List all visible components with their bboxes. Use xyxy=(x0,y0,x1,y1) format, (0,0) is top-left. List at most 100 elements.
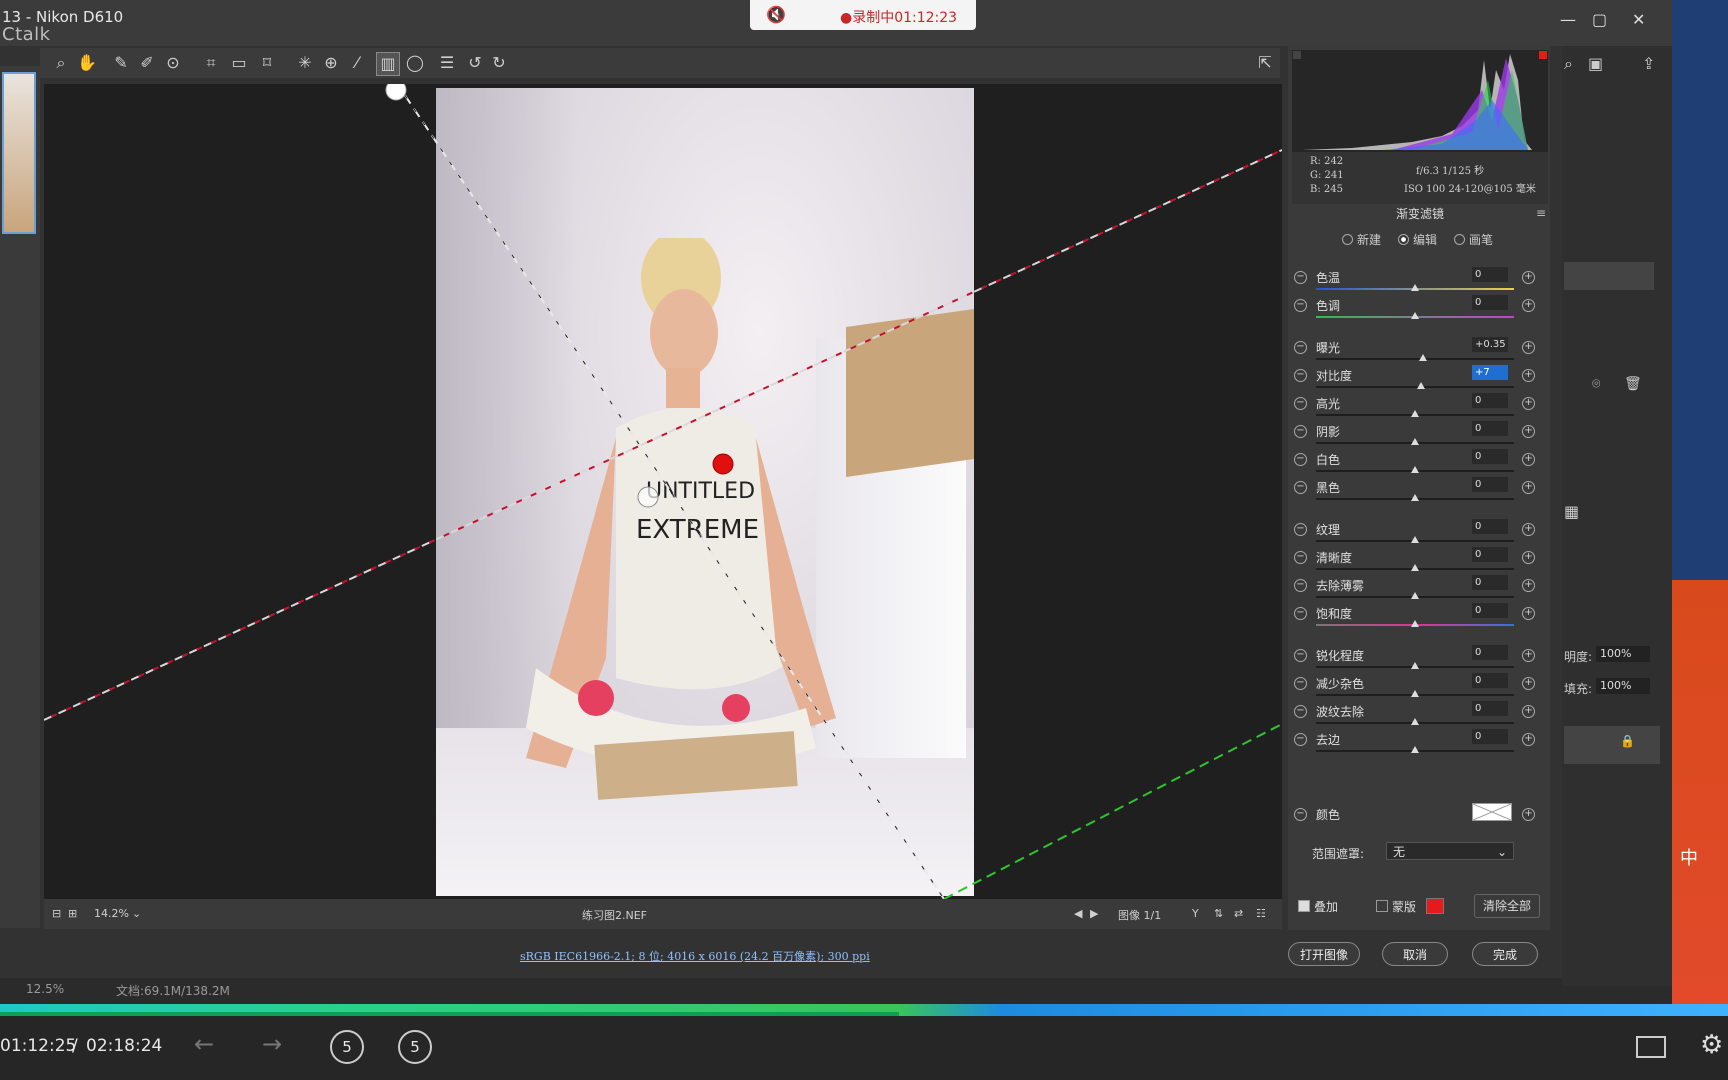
targeted-adjust-icon[interactable]: ⊙ xyxy=(162,52,184,74)
color-sampler-icon[interactable]: ✐ xyxy=(136,52,158,74)
minus-circle-icon[interactable]: − xyxy=(1294,299,1307,312)
mode-option[interactable]: 新建 xyxy=(1342,231,1381,248)
fill-field[interactable]: 100% xyxy=(1596,678,1650,694)
zoom-out-button[interactable]: ⊟ xyxy=(52,907,61,920)
slider-thumb[interactable] xyxy=(1418,354,1427,361)
opacity-field[interactable]: 100% xyxy=(1596,646,1650,662)
layer-row[interactable] xyxy=(1564,726,1660,764)
slider-value-field[interactable]: 0 xyxy=(1472,645,1508,660)
minimize-icon[interactable]: — xyxy=(1560,10,1576,29)
image-canvas[interactable]: UNTITLED EXTREME xyxy=(44,84,1282,899)
plus-circle-icon[interactable]: + xyxy=(1522,523,1535,536)
plus-circle-icon[interactable]: + xyxy=(1522,551,1535,564)
overlay-checkbox[interactable] xyxy=(1298,900,1310,912)
next-arrow-icon[interactable]: → xyxy=(262,1030,282,1058)
slider-track[interactable] xyxy=(1316,386,1514,388)
minus-circle-icon[interactable]: − xyxy=(1294,733,1307,746)
shadow-clipping-icon[interactable] xyxy=(1293,51,1301,59)
plus-circle-icon[interactable]: + xyxy=(1522,481,1535,494)
slider-value-field[interactable]: 0 xyxy=(1472,295,1508,310)
slider-thumb[interactable] xyxy=(1411,592,1419,599)
rewind-5-icon[interactable]: 5 xyxy=(330,1030,364,1064)
prev-arrow-icon[interactable]: ← xyxy=(194,1030,214,1058)
spot-removal-icon[interactable]: ✳ xyxy=(294,52,316,74)
plus-circle-icon[interactable]: + xyxy=(1522,271,1535,284)
slider-value-field[interactable]: 0 xyxy=(1472,547,1508,562)
close-icon[interactable]: ✕ xyxy=(1632,10,1645,29)
slider-value-field[interactable]: 0 xyxy=(1472,267,1508,282)
minus-circle-icon[interactable]: − xyxy=(1294,551,1307,564)
preview-preferences-icon[interactable]: ☷ xyxy=(1256,907,1266,920)
color-swatch[interactable] xyxy=(1472,803,1512,821)
search-icon[interactable]: ⌕ xyxy=(1564,54,1573,74)
prev-image-button[interactable]: ◀ xyxy=(1074,907,1082,920)
gradient-filter-overlay[interactable] xyxy=(44,84,1282,899)
slider-value-field[interactable]: 0 xyxy=(1472,477,1508,492)
rotate-left-icon[interactable]: ↺ xyxy=(464,52,486,74)
next-image-button[interactable]: ▶ xyxy=(1090,907,1098,920)
window-mode-icon[interactable] xyxy=(1636,1036,1666,1058)
highlight-clipping-icon[interactable] xyxy=(1539,51,1547,59)
transform-icon[interactable]: ⌑ xyxy=(256,52,278,74)
share-icon[interactable]: ⇪ xyxy=(1642,54,1655,73)
panel-tab[interactable] xyxy=(1564,262,1654,290)
maximize-icon[interactable]: ▢ xyxy=(1592,10,1607,29)
slider-value-field[interactable]: 0 xyxy=(1472,449,1508,464)
camera-icon[interactable]: ⌾ xyxy=(1592,376,1600,392)
minus-circle-icon[interactable]: − xyxy=(1294,453,1307,466)
slider-value-field[interactable]: 0 xyxy=(1472,575,1508,590)
done-button[interactable]: 完成 xyxy=(1472,942,1538,966)
minus-circle-icon[interactable]: − xyxy=(1294,579,1307,592)
swap-before-after-icon[interactable]: ⇅ xyxy=(1214,907,1223,920)
graduated-filter-icon[interactable]: ▥ xyxy=(376,52,400,76)
white-balance-icon[interactable]: ✎ xyxy=(110,52,132,74)
ime-indicator[interactable]: 中 xyxy=(1680,844,1698,870)
plus-circle-icon[interactable]: + xyxy=(1522,369,1535,382)
slider-value-field[interactable]: 0 xyxy=(1472,673,1508,688)
plus-circle-icon[interactable]: + xyxy=(1522,341,1535,354)
plus-circle-icon[interactable]: + xyxy=(1522,453,1535,466)
before-after-y-button[interactable]: Y xyxy=(1192,907,1199,920)
slider-thumb[interactable] xyxy=(1411,494,1419,501)
open-image-button[interactable]: 打开图像 xyxy=(1288,942,1360,966)
slider-thumb[interactable] xyxy=(1411,284,1419,291)
minus-circle-icon[interactable]: − xyxy=(1294,607,1307,620)
speaker-muted-icon[interactable]: 🔇 xyxy=(766,5,786,24)
minus-circle-icon[interactable]: − xyxy=(1294,425,1307,438)
slider-thumb[interactable] xyxy=(1411,536,1419,543)
slider-value-field[interactable]: 0 xyxy=(1472,421,1508,436)
plus-circle-icon[interactable]: + xyxy=(1522,425,1535,438)
slider-value-field[interactable]: 0 xyxy=(1472,393,1508,408)
zoom-in-button[interactable]: ⊞ xyxy=(68,907,77,920)
filter-handle-red[interactable] xyxy=(712,453,734,475)
rotate-right-icon[interactable]: ↻ xyxy=(488,52,510,74)
minus-circle-icon[interactable]: − xyxy=(1294,397,1307,410)
radial-filter-icon[interactable]: ◯ xyxy=(404,52,426,74)
plus-circle-icon[interactable]: + xyxy=(1522,299,1535,312)
mask-color-swatch[interactable] xyxy=(1426,898,1444,914)
filter-handle-center[interactable] xyxy=(637,486,659,508)
plus-circle-icon[interactable]: + xyxy=(1522,733,1535,746)
slider-value-field[interactable]: +0.35 xyxy=(1472,337,1508,352)
workflow-options-link[interactable]: sRGB IEC61966-2.1; 8 位; 4016 x 6016 (24.… xyxy=(520,948,870,964)
minus-circle-icon[interactable]: − xyxy=(1294,677,1307,690)
copy-settings-icon[interactable]: ⇄ xyxy=(1234,907,1243,920)
hand-icon[interactable]: ✋ xyxy=(76,52,98,74)
minus-circle-icon[interactable]: − xyxy=(1294,271,1307,284)
adjustment-brush-icon[interactable]: ⁄ xyxy=(346,52,368,74)
slider-value-field[interactable]: 0 xyxy=(1472,729,1508,744)
slider-value-field[interactable]: +7 xyxy=(1472,365,1508,380)
plus-circle-icon[interactable]: + xyxy=(1522,397,1535,410)
cancel-button[interactable]: 取消 xyxy=(1382,942,1448,966)
workspace-icon[interactable]: ▣ xyxy=(1588,54,1603,73)
slider-track[interactable] xyxy=(1316,358,1514,360)
plus-circle-icon[interactable]: + xyxy=(1522,607,1535,620)
preferences-icon[interactable]: ☰ xyxy=(436,52,458,74)
slider-thumb[interactable] xyxy=(1411,662,1419,669)
slider-thumb[interactable] xyxy=(1411,718,1419,725)
clear-all-button[interactable]: 清除全部 xyxy=(1474,894,1540,918)
minus-circle-icon[interactable]: − xyxy=(1294,705,1307,718)
crop-icon[interactable]: ⌗ xyxy=(200,52,222,74)
range-mask-select[interactable]: 无 ⌄ xyxy=(1386,842,1514,860)
zoom-level[interactable]: 14.2% xyxy=(94,907,129,920)
